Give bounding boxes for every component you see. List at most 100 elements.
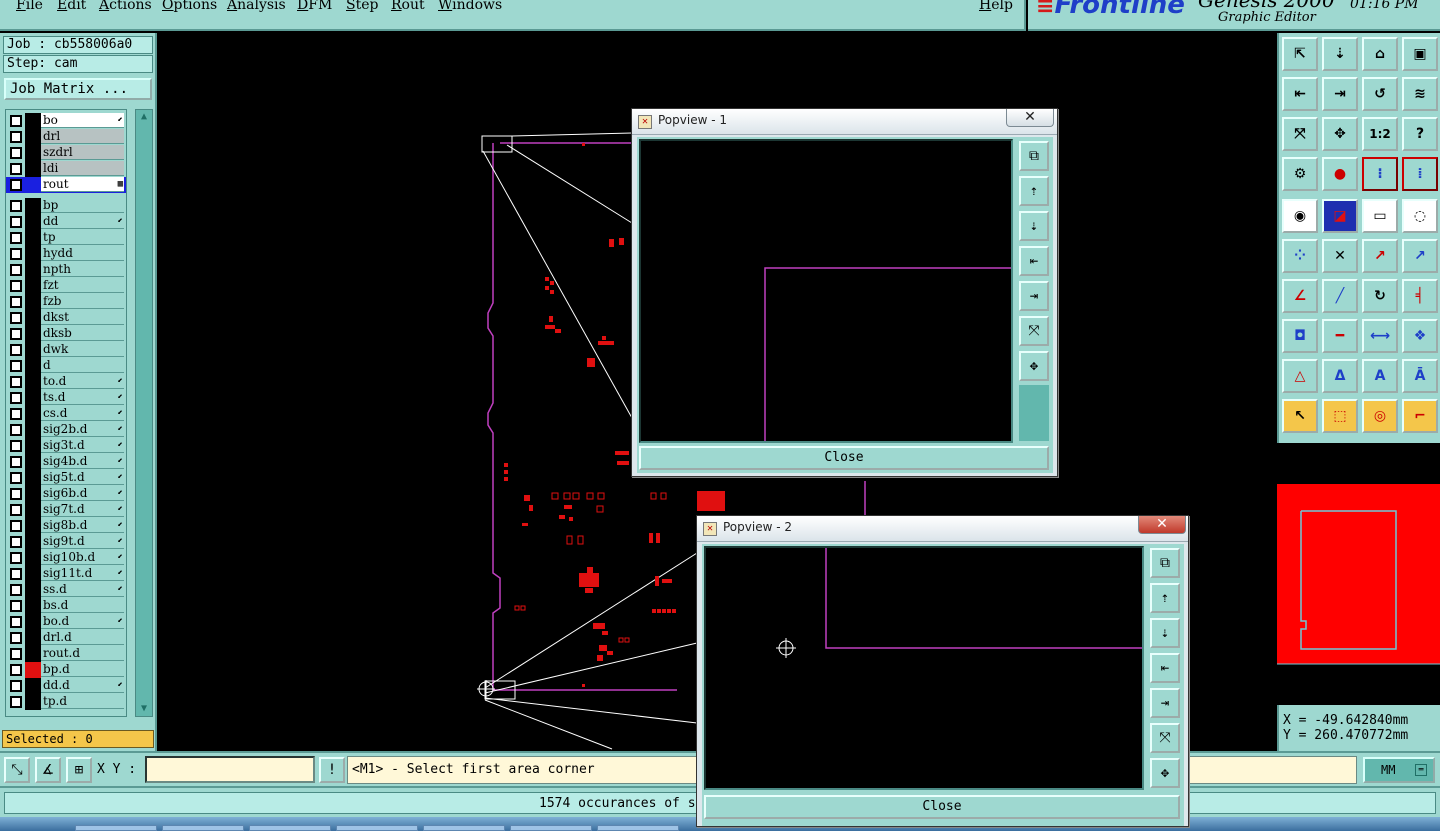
zoom-home-icon[interactable]: ⇱ xyxy=(1282,37,1318,71)
select-path-icon[interactable]: ⌐ xyxy=(1402,399,1438,433)
layer-color[interactable] xyxy=(25,438,41,454)
layer-row[interactable]: szdrl xyxy=(6,145,126,161)
cross-icon[interactable]: ✕ xyxy=(1322,239,1358,273)
nodes-icon[interactable]: ⁘ xyxy=(1282,239,1318,273)
popview-2-close-button[interactable]: Close xyxy=(704,795,1180,819)
layer-row[interactable]: tp xyxy=(6,230,126,246)
add-feature-icon[interactable]: ◉ xyxy=(1282,199,1318,233)
move-node-icon[interactable]: ↗ xyxy=(1362,239,1398,273)
pan-left-icon[interactable]: ⇤ xyxy=(1150,653,1180,683)
undo-view-icon[interactable]: ↺ xyxy=(1362,77,1398,111)
taskbar-item[interactable] xyxy=(336,825,418,831)
layer-checkbox[interactable] xyxy=(10,200,22,212)
menu-windows[interactable]: Windows xyxy=(438,0,502,13)
taskbar-item[interactable] xyxy=(597,825,679,831)
layer-name[interactable]: to.d xyxy=(41,374,124,389)
layer-color[interactable] xyxy=(25,550,41,566)
layer-color[interactable] xyxy=(25,358,41,374)
cut-icon[interactable]: ◪ xyxy=(1322,199,1358,233)
layer-checkbox[interactable] xyxy=(10,248,22,260)
layer-checkbox[interactable] xyxy=(10,392,22,404)
close-icon[interactable]: ✕ xyxy=(1138,516,1186,534)
layer-color[interactable] xyxy=(25,470,41,486)
layer-checkbox[interactable] xyxy=(10,280,22,292)
layer-color[interactable] xyxy=(25,390,41,406)
job-matrix-button[interactable]: Job Matrix ... xyxy=(4,78,152,100)
connect-icon[interactable]: ⁝ xyxy=(1362,157,1398,191)
layer-checkbox[interactable] xyxy=(10,536,22,548)
layer-name[interactable]: ldi xyxy=(41,161,124,176)
layer-name[interactable]: npth xyxy=(41,262,124,277)
layer-checkbox[interactable] xyxy=(10,232,22,244)
layer-name[interactable]: d xyxy=(41,358,124,373)
angle-icon[interactable]: ∠ xyxy=(1282,279,1318,313)
layer-color[interactable] xyxy=(25,326,41,342)
taskbar-item[interactable] xyxy=(75,825,157,831)
layer-row[interactable]: drl.d xyxy=(6,630,126,646)
arc-icon[interactable]: ↻ xyxy=(1362,279,1398,313)
layer-name[interactable]: drl xyxy=(41,129,124,144)
layer-checkbox[interactable] xyxy=(10,568,22,580)
layer-row[interactable]: dksb xyxy=(6,326,126,342)
shapes-icon[interactable]: ❖ xyxy=(1402,319,1438,353)
pan-down-icon[interactable]: ⇣ xyxy=(1322,37,1358,71)
layer-color[interactable] xyxy=(25,113,41,129)
layer-row[interactable]: sig2b.d ⬋ xyxy=(6,422,126,438)
layer-row[interactable]: sig6b.d ⬋ xyxy=(6,486,126,502)
layer-name[interactable]: drl.d xyxy=(41,630,124,645)
popview-2-view[interactable] xyxy=(704,546,1144,790)
layer-row[interactable]: npth xyxy=(6,262,126,278)
layer-checkbox[interactable] xyxy=(10,296,22,308)
layer-row[interactable]: dd ⬋ xyxy=(6,214,126,230)
zoom-center-icon[interactable]: ✥ xyxy=(1150,758,1180,788)
redraw-icon[interactable]: ≋ xyxy=(1402,77,1438,111)
layer-name[interactable]: sig4b.d xyxy=(41,454,124,469)
layer-checkbox[interactable] xyxy=(10,115,22,127)
menu-edit[interactable]: Edit xyxy=(57,0,86,13)
pan-right-icon[interactable]: ⇥ xyxy=(1150,688,1180,718)
select-circle-icon[interactable]: ◎ xyxy=(1362,399,1398,433)
layer-name[interactable]: bp xyxy=(41,198,124,213)
pan-up-icon[interactable]: ⇡ xyxy=(1150,583,1180,613)
layer-checkbox[interactable] xyxy=(10,328,22,340)
snap-icon[interactable]: ● xyxy=(1322,157,1358,191)
taskbar-item[interactable] xyxy=(423,825,505,831)
connect-alt-icon[interactable]: ⁞ xyxy=(1402,157,1438,191)
layer-checkbox[interactable] xyxy=(10,472,22,484)
layer-name[interactable]: hydd xyxy=(41,246,124,261)
layer-checkbox[interactable] xyxy=(10,376,22,388)
window-icon[interactable]: ▣ xyxy=(1402,37,1438,71)
zoom-window-icon[interactable]: ⧉ xyxy=(1150,548,1180,578)
layer-color[interactable] xyxy=(25,177,41,193)
layer-row[interactable]: fzb xyxy=(6,294,126,310)
layer-color[interactable] xyxy=(25,246,41,262)
layer-row[interactable]: bs.d xyxy=(6,598,126,614)
close-icon[interactable]: ✕ xyxy=(1006,109,1054,127)
layer-color[interactable] xyxy=(25,145,41,161)
popview-2-titlebar[interactable]: ✕ Popview - 2 ✕ xyxy=(697,516,1188,542)
taskbar-item[interactable] xyxy=(510,825,592,831)
grid-mode-icon[interactable]: ⊞ xyxy=(66,757,92,783)
zoom-window-icon[interactable]: ⧉ xyxy=(1019,141,1049,171)
layer-checkbox[interactable] xyxy=(10,504,22,516)
layer-color[interactable] xyxy=(25,598,41,614)
help-icon[interactable]: ? xyxy=(1402,117,1438,151)
layer-name[interactable]: sig11t.d xyxy=(41,566,124,581)
layer-row[interactable]: tp.d xyxy=(6,694,126,710)
layer-row[interactable]: ldi xyxy=(6,161,126,177)
layer-name[interactable]: sig6b.d xyxy=(41,486,124,501)
layer-color[interactable] xyxy=(25,262,41,278)
select-box-icon[interactable]: ⬚ xyxy=(1322,399,1358,433)
line-icon[interactable]: ╱ xyxy=(1322,279,1358,313)
layer-checkbox[interactable] xyxy=(10,648,22,660)
layer-color[interactable] xyxy=(25,406,41,422)
layer-checkbox[interactable] xyxy=(10,552,22,564)
layer-checkbox[interactable] xyxy=(10,520,22,532)
layer-color[interactable] xyxy=(25,566,41,582)
overview-map[interactable] xyxy=(1277,443,1440,705)
layer-color[interactable] xyxy=(25,278,41,294)
layer-row[interactable]: sig7t.d ⬋ xyxy=(6,502,126,518)
layer-name[interactable]: bs.d xyxy=(41,598,124,613)
layer-row[interactable]: sig3t.d ⬋ xyxy=(6,438,126,454)
layer-name[interactable]: sig2b.d xyxy=(41,422,124,437)
